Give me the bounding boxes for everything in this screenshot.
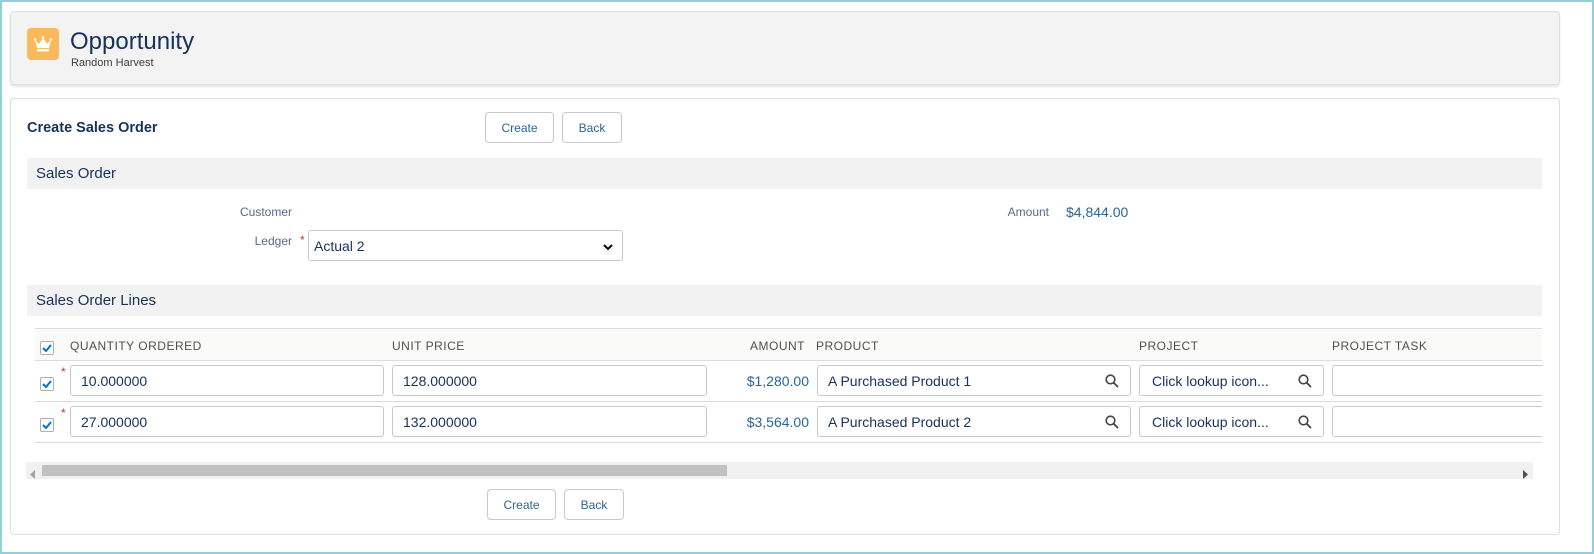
required-indicator: * [61,365,66,379]
row-checkbox[interactable] [40,418,54,432]
required-indicator: * [61,406,66,420]
project-task-input[interactable] [1332,365,1542,396]
product-value: A Purchased Product 1 [828,372,972,389]
search-icon[interactable] [1105,374,1119,391]
amount-cell: $1,280.00 [746,373,809,389]
quantity-input[interactable]: 10.000000 [70,365,384,396]
column-header-quantity[interactable]: QUANTITY ORDERED [70,339,202,353]
section-title: Sales Order [36,165,117,182]
ledger-select[interactable]: Actual 2 [308,230,623,261]
page-header: Opportunity Random Harvest [10,11,1560,85]
project-lookup-input[interactable]: Click lookup icon... [1139,406,1324,437]
product-lookup-input[interactable]: A Purchased Product 2 [817,406,1131,437]
customer-label: Customer [239,205,292,219]
project-task-input[interactable] [1332,406,1542,437]
amount-cell: $3,564.00 [746,414,809,430]
sales-order-lines-table: QUANTITY ORDERED UNIT PRICE AMOUNT PRODU… [35,328,1542,475]
ledger-selected-value: Actual 2 [314,237,365,254]
chevron-down-icon [602,240,614,256]
table-row: * 27.000000 132.000000 $3,564.00 A Purch… [35,402,1542,443]
crown-icon [27,28,59,60]
column-header-project-task[interactable]: PROJECT TASK [1332,339,1427,353]
column-header-product[interactable]: PRODUCT [816,339,879,353]
quantity-input[interactable]: 27.000000 [70,406,384,437]
column-header-project[interactable]: PROJECT [1139,339,1199,353]
ledger-label: Ledger [254,234,292,248]
sales-order-lines-section: Sales Order Lines [27,285,1542,316]
scroll-right-arrow-icon[interactable] [1523,466,1529,484]
select-all-checkbox[interactable] [40,341,54,355]
page-title: Opportunity [70,28,195,55]
unit-price-input[interactable]: 132.000000 [392,406,707,437]
required-indicator: * [300,233,305,247]
column-header-unit-price[interactable]: UNIT PRICE [392,339,465,353]
project-placeholder: Click lookup icon... [1152,372,1269,389]
unit-price-input[interactable]: 128.000000 [392,365,707,396]
create-button-bottom[interactable]: Create [487,489,556,520]
amount-value: $4,844.00 [1066,204,1129,220]
row-checkbox[interactable] [40,377,54,391]
back-button-top[interactable]: Back [562,112,622,143]
amount-label: Amount [1007,205,1049,219]
form-title: Create Sales Order [27,120,158,136]
checkmark-icon [42,380,52,388]
sales-order-section: Sales Order [27,158,1542,189]
back-button-bottom[interactable]: Back [564,489,624,520]
create-button-top[interactable]: Create [485,112,554,143]
search-icon[interactable] [1105,415,1119,432]
table-row: * 10.000000 128.000000 $1,280.00 A Purch… [35,361,1542,402]
section-title: Sales Order Lines [36,292,157,309]
scroll-left-arrow-icon[interactable] [30,466,36,484]
product-value: A Purchased Product 2 [828,413,972,430]
page-subtitle[interactable]: Random Harvest [71,57,154,69]
search-icon[interactable] [1298,415,1312,432]
table-header: QUANTITY ORDERED UNIT PRICE AMOUNT PRODU… [35,328,1542,361]
search-icon[interactable] [1298,374,1312,391]
project-placeholder: Click lookup icon... [1152,413,1269,430]
scrollbar-thumb[interactable] [42,465,727,476]
horizontal-scrollbar[interactable] [26,462,1533,479]
product-lookup-input[interactable]: A Purchased Product 1 [817,365,1131,396]
project-lookup-input[interactable]: Click lookup icon... [1139,365,1324,396]
checkmark-icon [42,421,52,429]
column-header-amount[interactable]: AMOUNT [750,339,805,353]
checkmark-icon [42,344,52,352]
